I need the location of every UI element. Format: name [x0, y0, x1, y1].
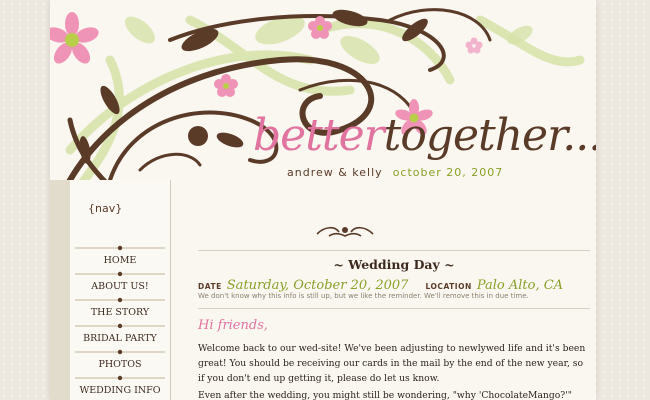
nav-menu: HOME ABOUT US! THE STORY BRIDAL PARTY PH… [70, 245, 170, 400]
nav-label: THE STORY [90, 307, 150, 318]
ornament-divider-icon [75, 245, 165, 251]
nav-label: HOME [103, 255, 137, 266]
body-paragraph: Even after the wedding, you might still … [198, 390, 572, 400]
location-label: LOCATION [425, 282, 472, 291]
section-divider [198, 308, 590, 309]
nav-label: BRIDAL PARTY [83, 333, 157, 344]
nav-item-wedding-info[interactable]: WEDDING INFO [70, 375, 170, 400]
date-value: Saturday, October 20, 2007 [226, 278, 409, 293]
ornament-divider-icon [75, 271, 165, 277]
ornament-divider-icon [75, 297, 165, 303]
post-title: ~ Wedding Day ~ [198, 250, 590, 272]
ornament-divider-icon [75, 323, 165, 329]
ornament-divider-icon [75, 375, 165, 381]
date-label: DATE [198, 282, 222, 291]
body-paragraph: Welcome back to our wed-site! We've been… [198, 343, 586, 384]
scroll-ornament-icon [316, 226, 374, 237]
logo-wordmark: bettertogether... [253, 112, 596, 160]
logo-subtitle: andrew & kelly october 20, 2007 [287, 166, 503, 179]
info-note: We don't know why this info is still up,… [198, 292, 529, 300]
couple-names: andrew & kelly [287, 166, 383, 179]
location-value: Palo Alto, CA [476, 278, 564, 293]
pink-flower-icon [465, 37, 483, 54]
page-canvas: bettertogether... andrew & kelly october … [50, 0, 596, 400]
ornament-divider-icon [75, 349, 165, 355]
nav-label: PHOTOS [98, 359, 142, 370]
pink-flower-icon [214, 74, 238, 97]
logo-together: together... [383, 110, 596, 161]
nav-label: WEDDING INFO [79, 385, 161, 396]
site-logo[interactable]: bettertogether... andrew & kelly october … [253, 112, 596, 192]
pink-flower-icon [308, 16, 332, 39]
logo-better: better [253, 110, 385, 161]
nav-heading: {nav} [88, 202, 123, 215]
event-details: DATE Saturday, October 20, 2007 LOCATION… [198, 274, 590, 293]
nav-label: ABOUT US! [91, 281, 149, 292]
wedding-date: october 20, 2007 [392, 166, 504, 179]
pink-flower-icon [50, 12, 99, 64]
greeting: Hi friends, [198, 318, 269, 333]
